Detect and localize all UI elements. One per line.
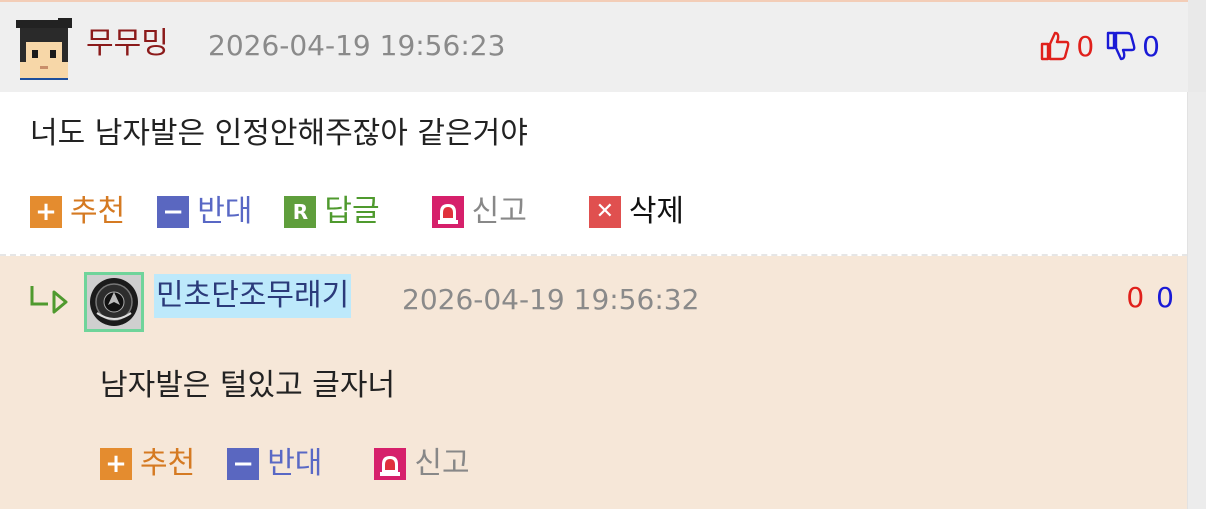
upvote-count: 0 [1076, 29, 1095, 63]
comment-actions: + 추천 − 반대 R 답글 신고 ✕ 삭제 [30, 192, 684, 232]
thumbs-up-icon[interactable] [1038, 29, 1072, 63]
plus-icon: + [100, 448, 132, 480]
siren-icon [374, 448, 407, 480]
scrollbar-thumb[interactable] [1187, 92, 1206, 509]
comment-body: 너도 남자발은 인정안해주잖아 같은거야 + 추천 − 반대 R 답글 신고 ✕… [0, 92, 1188, 254]
user-avatar[interactable] [14, 16, 74, 80]
comment-text: 너도 남자발은 인정안해주잖아 같은거야 [30, 116, 528, 151]
reply-arrow-icon [30, 286, 68, 314]
oppose-button[interactable]: − 반대 [157, 192, 252, 232]
comment-author[interactable]: 무무밍 [86, 22, 169, 66]
close-x-icon: ✕ [588, 196, 621, 228]
recommend-button[interactable]: + 추천 [30, 192, 125, 232]
minus-icon: − [227, 448, 260, 480]
reply-comment: 민초단조무래기 2026-04-19 19:56:32 0 0 남자발은 털있고… [0, 256, 1188, 509]
reply-label: 답글 [324, 194, 380, 229]
downvote-count: 0 [1142, 29, 1160, 63]
oppose-label: 반대 [267, 446, 323, 481]
reply-r-icon: R [284, 196, 317, 228]
siren-icon [431, 196, 464, 228]
reply-author[interactable]: 민초단조무래기 [154, 274, 352, 318]
reply-text: 남자발은 털있고 글자너 [100, 368, 396, 403]
reply-downvote-count[interactable]: 0 [1156, 276, 1174, 320]
comment-votes: 0 0 [1038, 26, 1160, 66]
minus-icon: − [157, 196, 190, 228]
reply-timestamp: 2026-04-19 19:56:32 [402, 283, 700, 316]
reply-upvote-count[interactable]: 0 [1126, 276, 1144, 320]
plus-icon: + [30, 196, 62, 228]
oppose-label: 반대 [197, 194, 253, 229]
reply-oppose-button[interactable]: − 반대 [227, 444, 322, 484]
comment-header: 무무밍 2026-04-19 19:56:23 0 0 [0, 2, 1188, 92]
report-button[interactable]: 신고 [431, 192, 527, 232]
reply-report-button[interactable]: 신고 [374, 444, 470, 484]
recommend-label: 추천 [70, 194, 126, 229]
delete-button[interactable]: ✕ 삭제 [588, 192, 685, 232]
reply-actions: + 추천 − 반대 신고 [100, 444, 470, 484]
reply-button[interactable]: R 답글 [284, 192, 380, 232]
report-label: 신고 [471, 194, 527, 229]
reply-votes: 0 0 [1126, 276, 1174, 320]
comment-timestamp: 2026-04-19 19:56:23 [208, 29, 506, 62]
user-avatar[interactable] [84, 272, 144, 332]
delete-label: 삭제 [628, 194, 685, 229]
report-label: 신고 [414, 446, 470, 481]
recommend-label: 추천 [140, 446, 196, 481]
thumbs-down-icon[interactable] [1104, 29, 1138, 63]
reply-recommend-button[interactable]: + 추천 [100, 444, 195, 484]
